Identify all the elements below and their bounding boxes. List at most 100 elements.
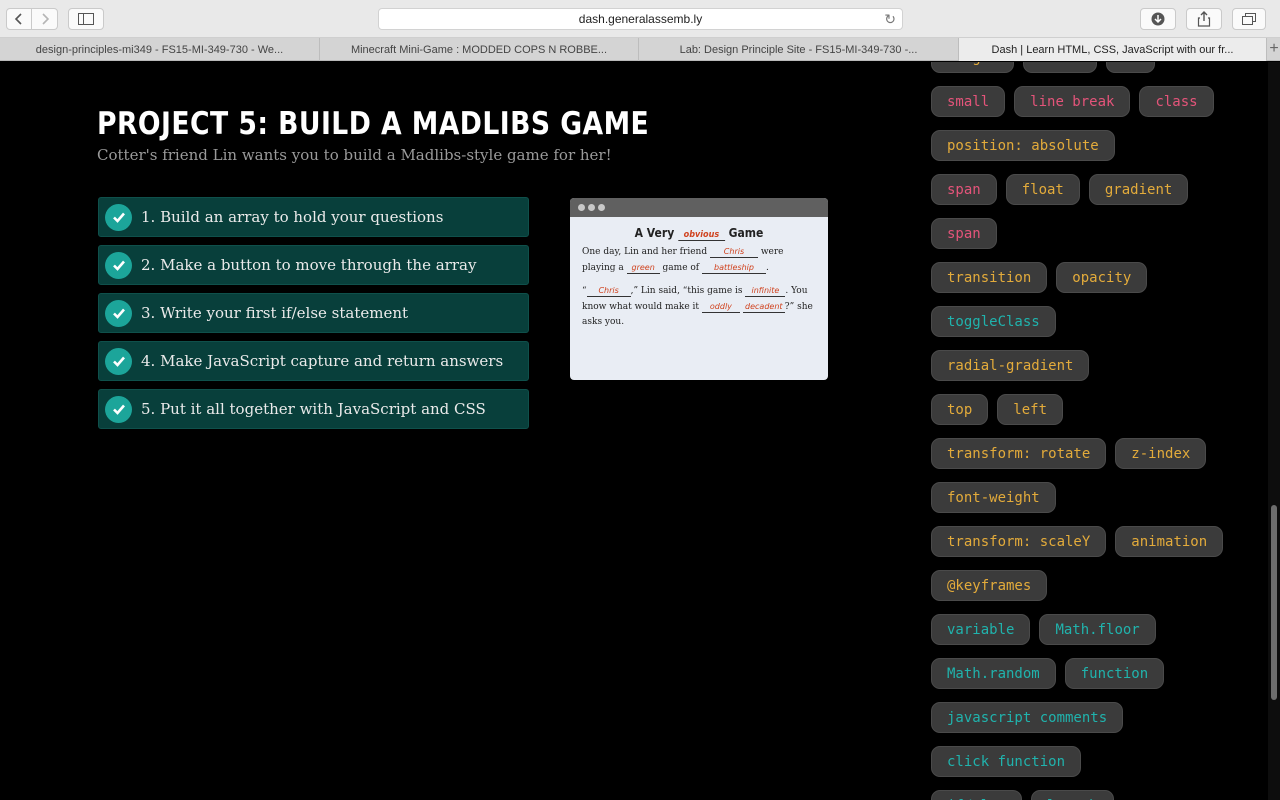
concept-tag[interactable]: javascript comments: [931, 702, 1124, 733]
tag-row: font-weight: [931, 482, 1261, 526]
tag-row: span float gradient: [931, 174, 1261, 218]
share-button[interactable]: [1186, 8, 1222, 30]
tag-row: position: absolute: [931, 130, 1261, 174]
forward-button[interactable]: [32, 8, 58, 30]
checkmark-icon: [105, 395, 132, 423]
concept-tag[interactable]: span: [931, 174, 997, 205]
tag-row: Math.random function: [931, 658, 1261, 702]
browser-tab[interactable]: Lab: Design Principle Site - FS15-MI-349…: [639, 38, 959, 61]
tag-row: transition opacity: [931, 262, 1261, 306]
step-item[interactable]: 3. Write your first if/else statement: [98, 293, 529, 333]
page-scrollbar[interactable]: [1268, 62, 1280, 800]
concept-tag[interactable]: if/else: [931, 790, 1023, 800]
scrollbar-thumb[interactable]: [1271, 505, 1277, 700]
concept-tag[interactable]: click function: [931, 746, 1082, 777]
concept-tag[interactable]: animation: [1115, 526, 1224, 557]
preview-paragraph: “Chris,” Lin said, “this game is infinit…: [582, 284, 816, 331]
reload-icon[interactable]: ↻: [884, 11, 896, 28]
new-tab-button[interactable]: +: [1267, 38, 1280, 60]
concept-tag[interactable]: left: [997, 394, 1064, 425]
preview-blank: battleship: [702, 263, 767, 274]
window-dot-icon: [598, 204, 605, 211]
browser-tab[interactable]: design-principles-mi349 - FS15-MI-349-73…: [0, 38, 320, 61]
concept-tag[interactable]: float: [1005, 174, 1080, 205]
tabs-overview-icon: [1242, 13, 1256, 25]
concept-tag[interactable]: span: [931, 218, 997, 249]
preview-window-bar: [570, 198, 828, 217]
tab-label: design-principles-mi349 - FS15-MI-349-73…: [35, 43, 284, 56]
concept-tag[interactable]: id: [1105, 62, 1155, 73]
preview-blank: Chris: [709, 247, 758, 258]
concept-tag[interactable]: height: [931, 62, 1014, 73]
step-item[interactable]: 4. Make JavaScript capture and return an…: [98, 341, 529, 381]
step-item[interactable]: 1. Build an array to hold your questions: [98, 197, 529, 237]
sidebar-icon: [78, 13, 94, 25]
tag-row: click function: [931, 746, 1261, 790]
step-label: 1. Build an array to hold your questions: [141, 208, 444, 226]
concept-tag[interactable]: toggleClass: [931, 306, 1056, 337]
page-content: PROJECT 5: BUILD A MADLIBS GAME Cotter's…: [0, 62, 1268, 800]
concept-tag[interactable]: Math.floor: [1039, 614, 1156, 645]
concept-tag[interactable]: transition: [931, 262, 1048, 293]
concept-tag[interactable]: opacity: [1056, 262, 1148, 293]
concept-tag[interactable]: gradient: [1088, 174, 1189, 205]
preview-text: a: [618, 262, 624, 273]
concept-tag[interactable]: z-index: [1115, 438, 1207, 469]
download-icon: [1151, 12, 1165, 26]
step-label: 4. Make JavaScript capture and return an…: [141, 352, 504, 370]
concept-tag[interactable]: variable: [931, 614, 1031, 645]
tag-row: radial-gradient: [931, 350, 1261, 394]
browser-tab-active[interactable]: Dash | Learn HTML, CSS, JavaScript with …: [959, 38, 1267, 61]
concept-tags: height widthid small line break class positio…: [931, 62, 1261, 800]
window-dot-icon: [578, 204, 585, 211]
address-bar[interactable]: dash.generalassemb.ly ↻: [378, 8, 903, 30]
concept-tag[interactable]: font-weight: [931, 482, 1056, 513]
back-button[interactable]: [6, 8, 32, 30]
preview-blank: decadent: [742, 302, 785, 313]
concept-tag[interactable]: width: [1022, 62, 1097, 73]
concept-tag[interactable]: @keyframes: [931, 570, 1048, 601]
concept-tag[interactable]: length: [1031, 790, 1114, 800]
tag-row: if/else length: [931, 790, 1261, 800]
concept-tag[interactable]: small: [931, 86, 1006, 117]
downloads-button[interactable]: [1140, 8, 1176, 30]
concept-tag[interactable]: function: [1064, 658, 1165, 689]
tag-row: small line break class: [931, 86, 1261, 130]
preview-text: game of: [662, 262, 700, 273]
preview-paragraph: One day, Lin and her friend Chris were p…: [582, 245, 816, 276]
concept-tag[interactable]: top: [931, 394, 989, 425]
project-title: PROJECT 5: BUILD A MADLIBS GAME: [97, 106, 650, 142]
concept-tag[interactable]: transform: scaleY: [931, 526, 1107, 557]
share-icon: [1197, 11, 1211, 27]
concept-tag[interactable]: Math.random: [931, 658, 1056, 689]
project-subtitle: Cotter's friend Lin wants you to build a…: [97, 146, 612, 164]
step-label: 2. Make a button to move through the arr…: [141, 256, 477, 274]
preview-blank: oddly: [701, 302, 740, 313]
preview-blank: infinite: [745, 286, 786, 297]
sidebar-toggle-button[interactable]: [68, 8, 104, 30]
concept-tag[interactable]: line break: [1014, 86, 1131, 117]
tag-row: transform: rotate z-index: [931, 438, 1261, 482]
concept-tag[interactable]: class: [1139, 86, 1214, 117]
preview-text: ?”: [784, 301, 795, 312]
step-label: 5. Put it all together with JavaScript a…: [141, 400, 486, 418]
window-dot-icon: [588, 204, 595, 211]
show-tabs-button[interactable]: [1232, 8, 1266, 30]
tab-label: Lab: Design Principle Site - FS15-MI-349…: [679, 43, 918, 56]
madlibs-preview: A Very obvious Game One day, Lin and her…: [570, 198, 828, 380]
step-item[interactable]: 5. Put it all together with JavaScript a…: [98, 389, 529, 429]
preview-text: Game: [728, 226, 764, 240]
browser-tab[interactable]: Minecraft Mini-Game : MODDED COPS N ROBB…: [320, 38, 639, 61]
concept-tag[interactable]: position: absolute: [931, 130, 1115, 161]
preview-blank: obvious: [678, 230, 725, 241]
step-item[interactable]: 2. Make a button to move through the arr…: [98, 245, 529, 285]
checkmark-icon: [105, 347, 132, 375]
tag-row: @keyframes: [931, 570, 1261, 614]
step-list: 1. Build an array to hold your questions…: [98, 197, 529, 437]
concept-tag[interactable]: transform: rotate: [931, 438, 1107, 469]
tag-row: javascript comments: [931, 702, 1261, 746]
preview-blank: Chris: [586, 286, 631, 297]
concept-tag[interactable]: radial-gradient: [931, 350, 1090, 381]
preview-blank: green: [626, 263, 660, 274]
step-label: 3. Write your first if/else statement: [141, 304, 409, 322]
